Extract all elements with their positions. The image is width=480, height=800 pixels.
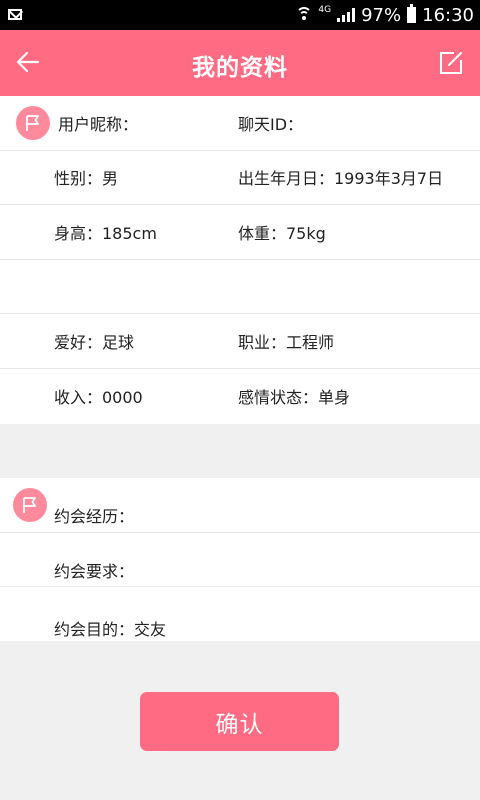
- occupation-field: 职业：工程师: [238, 332, 335, 352]
- page-title: 我的资料: [192, 55, 288, 81]
- confirm-button[interactable]: 确认: [140, 692, 339, 751]
- date-requirement-field: 约会要求：: [54, 561, 135, 581]
- info-row: 用户昵称： 聊天ID：: [0, 96, 480, 151]
- empty-row: [0, 260, 480, 314]
- weight-field: 体重：75kg: [238, 223, 326, 243]
- status-time: 16:30: [422, 4, 474, 26]
- birthday-field: 出生年月日：1993年3月7日: [238, 169, 444, 189]
- status-bar: 4G 97% 16:30: [0, 0, 480, 30]
- income-field: 收入：0000: [54, 387, 143, 407]
- info-row: 爱好：足球 职业：工程师: [0, 314, 480, 369]
- network-type: 4G: [318, 5, 332, 15]
- gender-field: 性别：男: [54, 169, 119, 189]
- battery-icon: [407, 4, 417, 23]
- info-row: 收入：0000 感情状态：单身: [0, 369, 480, 424]
- signal-icon: [337, 8, 356, 22]
- relationship-status-field: 感情状态：单身: [238, 387, 351, 407]
- info-row: 约会经历：: [0, 478, 480, 533]
- wifi-icon: [296, 7, 313, 23]
- battery-percent: 97%: [361, 4, 402, 26]
- info-row: 约会要求：: [0, 533, 480, 587]
- nickname-field: 用户昵称：: [58, 114, 139, 134]
- date-info-card: 约会经历： 约会要求： 约会目的：交友: [0, 478, 480, 641]
- height-field: 身高：185cm: [54, 223, 157, 243]
- date-purpose-field: 约会目的：交友: [54, 619, 167, 639]
- info-row: 性别：男 出生年月日：1993年3月7日: [0, 151, 480, 205]
- chat-id-field: 聊天ID：: [238, 114, 304, 134]
- info-row: 约会目的：交友: [0, 587, 480, 642]
- info-row: 身高：185cm 体重：75kg: [0, 205, 480, 260]
- flag-icon: [16, 105, 50, 140]
- basic-info-card: 用户昵称： 聊天ID： 性别：男 出生年月日：1993年3月7日 身高：185c…: [0, 96, 480, 424]
- date-experience-field: 约会经历：: [54, 507, 135, 527]
- edit-icon[interactable]: [438, 50, 464, 76]
- app-header: 我的资料: [0, 30, 480, 96]
- mail-icon: [8, 9, 22, 20]
- hobby-field: 爱好：足球: [54, 332, 135, 352]
- flag-icon: [13, 487, 47, 522]
